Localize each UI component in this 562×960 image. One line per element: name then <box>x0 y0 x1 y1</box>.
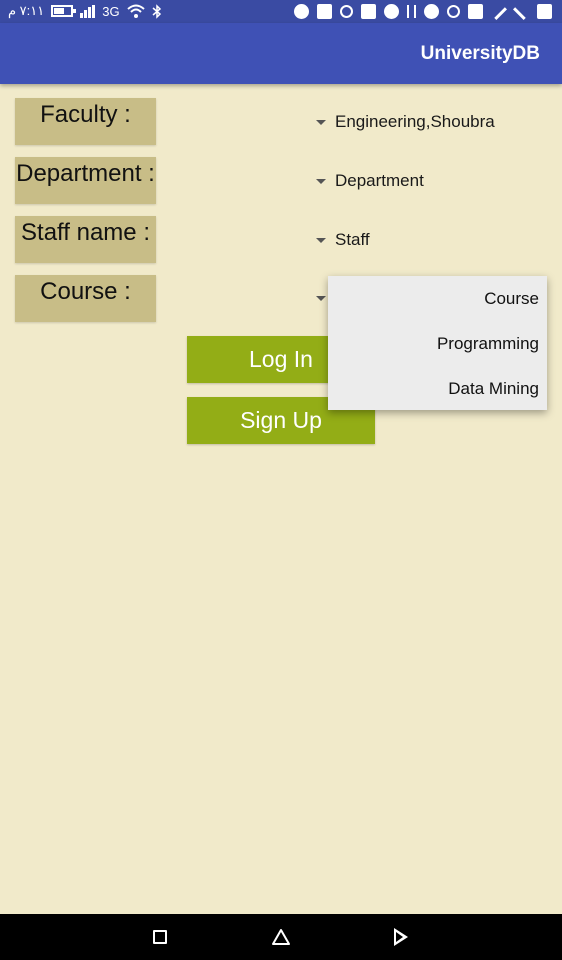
whatsapp-icon <box>447 5 460 18</box>
dropdown-option-programming[interactable]: Programming <box>328 321 547 366</box>
battery-icon <box>51 5 77 17</box>
dropdown-option-data-mining[interactable]: Data Mining <box>328 366 547 411</box>
battery-fill <box>54 8 65 14</box>
course-dropdown-menu: Course Programming Data Mining <box>328 276 547 410</box>
lock-icon <box>361 4 376 19</box>
app-bar: UniversityDB <box>0 23 562 84</box>
home-icon[interactable] <box>271 927 291 947</box>
navigation-bar <box>0 914 562 960</box>
status-right <box>294 3 552 20</box>
faculty-spinner-value: Engineering,Shoubra <box>335 112 495 131</box>
faculty-spinner[interactable]: Engineering,Shoubra <box>316 107 495 137</box>
dropdown-option-course[interactable]: Course <box>328 276 547 321</box>
status-time: ٧:١١ م <box>8 3 45 18</box>
department-label: Department : <box>15 157 156 204</box>
globe-icon <box>424 4 439 19</box>
image-icon <box>468 4 483 19</box>
usb-icon <box>407 5 416 18</box>
staff-label: Staff name : <box>15 216 156 263</box>
bluetooth-icon <box>152 3 161 19</box>
dropdown-arrow-icon <box>316 119 326 125</box>
wrench2-icon <box>513 3 530 20</box>
wifi-icon <box>126 4 145 18</box>
chrome-icon <box>340 5 353 18</box>
network-type: 3G <box>102 3 120 19</box>
staff-spinner[interactable]: Staff <box>316 225 370 255</box>
department-spinner[interactable]: Department <box>316 166 424 196</box>
staff-spinner-value: Staff <box>335 230 370 249</box>
messenger-icon <box>384 4 399 19</box>
dropdown-arrow-icon <box>316 295 326 301</box>
dropdown-arrow-icon <box>316 178 326 184</box>
recent-apps-square-icon[interactable] <box>153 930 167 944</box>
signal-icon <box>80 4 96 18</box>
faculty-label: Faculty : <box>15 98 156 145</box>
mail-icon <box>317 4 332 19</box>
dropdown-arrow-icon <box>316 237 326 243</box>
course-label: Course : <box>15 275 156 322</box>
clock-icon <box>294 4 309 19</box>
department-spinner-value: Department <box>335 171 424 190</box>
wrench-icon <box>490 3 507 20</box>
facebook-icon <box>537 4 552 19</box>
app-title: UniversityDB <box>420 43 540 64</box>
status-bar: ٧:١١ م 3G <box>0 0 562 23</box>
back-triangle-icon[interactable] <box>394 928 408 946</box>
status-left: ٧:١١ م 3G <box>8 3 162 19</box>
